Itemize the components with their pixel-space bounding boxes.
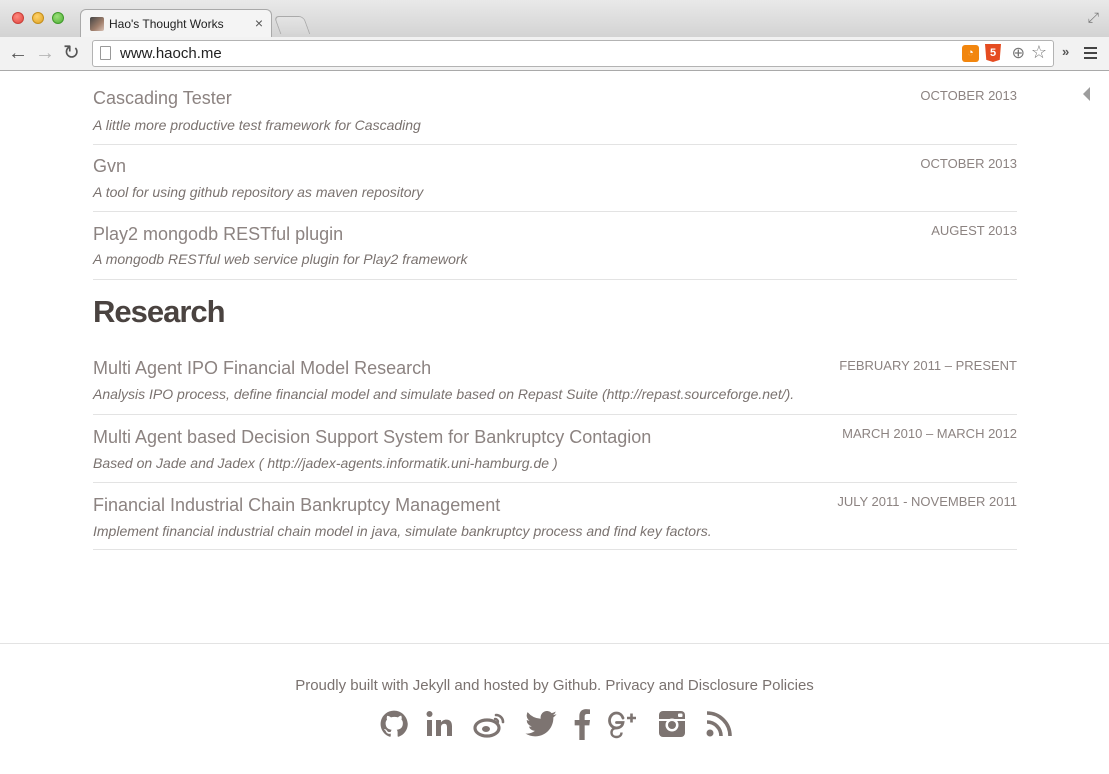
new-tab-button[interactable] <box>273 16 311 34</box>
back-arrow-icon[interactable]: ← <box>8 41 28 65</box>
project-entry: Cascading Tester A little more productiv… <box>93 71 1017 145</box>
research-entry: Multi Agent based Decision Support Syste… <box>93 415 1017 483</box>
sidebar-toggle-arrow-icon[interactable] <box>1083 87 1090 101</box>
google-plus-icon[interactable] <box>605 706 639 742</box>
browser-tab[interactable]: Hao's Thought Works × <box>80 9 272 37</box>
linkedin-icon[interactable] <box>424 706 458 742</box>
project-title-link[interactable]: Gvn <box>93 156 126 177</box>
research-description: Implement financial industrial chain mod… <box>93 523 712 539</box>
menu-hamburger-icon[interactable] <box>1084 47 1097 59</box>
window-close-button[interactable] <box>12 12 24 24</box>
page-content: Cascading Tester A little more productiv… <box>93 71 1017 550</box>
research-description: Based on Jade and Jadex ( http://jadex-a… <box>93 455 558 471</box>
project-description: A little more productive test framework … <box>93 117 421 133</box>
url-text[interactable]: www.haoch.me <box>120 45 222 62</box>
research-section-header: Research <box>93 280 1017 346</box>
project-description: A tool for using github repository as ma… <box>93 184 424 200</box>
page-footer: Proudly built with Jekyll and hosted by … <box>0 643 1109 774</box>
zoom-icon[interactable]: ⊕ <box>1012 43 1025 63</box>
address-bar[interactable]: www.haoch.me ◔ 5 ⊕ ☆ <box>92 40 1054 67</box>
favicon-icon <box>90 17 104 31</box>
html5-extension-icon[interactable]: 5 <box>985 44 1001 62</box>
reload-icon[interactable]: ↻ <box>63 41 80 65</box>
research-title-link[interactable]: Financial Industrial Chain Bankruptcy Ma… <box>93 495 500 516</box>
tab-close-icon[interactable]: × <box>255 15 263 31</box>
project-description: A mongodb RESTful web service plugin for… <box>93 251 468 267</box>
research-date: JULY 2011 - NOVEMBER 2011 <box>837 494 1017 509</box>
project-entry: Play2 mongodb RESTful plugin A mongodb R… <box>93 212 1017 280</box>
window-minimize-button[interactable] <box>32 12 44 24</box>
page-icon <box>100 46 111 60</box>
footer-credits: Proudly built with Jekyll and hosted by … <box>295 677 814 694</box>
research-title-link[interactable]: Multi Agent IPO Financial Model Research <box>93 358 431 379</box>
research-title-link[interactable]: Multi Agent based Decision Support Syste… <box>93 427 651 448</box>
github-icon[interactable] <box>378 706 410 742</box>
window-maximize-button[interactable] <box>52 12 64 24</box>
instagram-icon[interactable] <box>656 706 688 742</box>
project-entry: Gvn A tool for using github repository a… <box>93 145 1017 212</box>
project-date: OCTOBER 2013 <box>920 88 1017 103</box>
research-description: Analysis IPO process, define financial m… <box>93 386 795 402</box>
project-date: AUGEST 2013 <box>931 223 1017 238</box>
research-entry: Financial Industrial Chain Bankruptcy Ma… <box>93 483 1017 550</box>
research-date: MARCH 2010 – MARCH 2012 <box>842 426 1017 441</box>
rss-extension-icon[interactable]: ◔ <box>962 45 979 62</box>
section-heading: Research <box>93 294 226 329</box>
extensions-overflow-button[interactable]: » <box>1062 44 1069 59</box>
forward-arrow-icon[interactable]: → <box>35 41 55 65</box>
project-date: OCTOBER 2013 <box>920 156 1017 171</box>
browser-titlebar: Hao's Thought Works × ⤢ <box>0 0 1109 37</box>
tab-title: Hao's Thought Works <box>109 17 224 31</box>
project-title-link[interactable]: Cascading Tester <box>93 88 232 109</box>
browser-toolbar: ← → ↻ www.haoch.me ◔ 5 ⊕ ☆ » <box>0 37 1109 71</box>
rss-icon[interactable] <box>704 706 734 742</box>
fullscreen-icon[interactable]: ⤢ <box>1088 9 1099 26</box>
weibo-icon[interactable] <box>472 706 508 742</box>
facebook-icon[interactable] <box>571 706 593 742</box>
bookmark-star-icon[interactable]: ☆ <box>1031 42 1047 63</box>
project-title-link[interactable]: Play2 mongodb RESTful plugin <box>93 224 343 245</box>
twitter-icon[interactable] <box>524 706 558 742</box>
research-date: FEBRUARY 2011 – PRESENT <box>839 358 1017 373</box>
research-entry: Multi Agent IPO Financial Model Research… <box>93 346 1017 415</box>
